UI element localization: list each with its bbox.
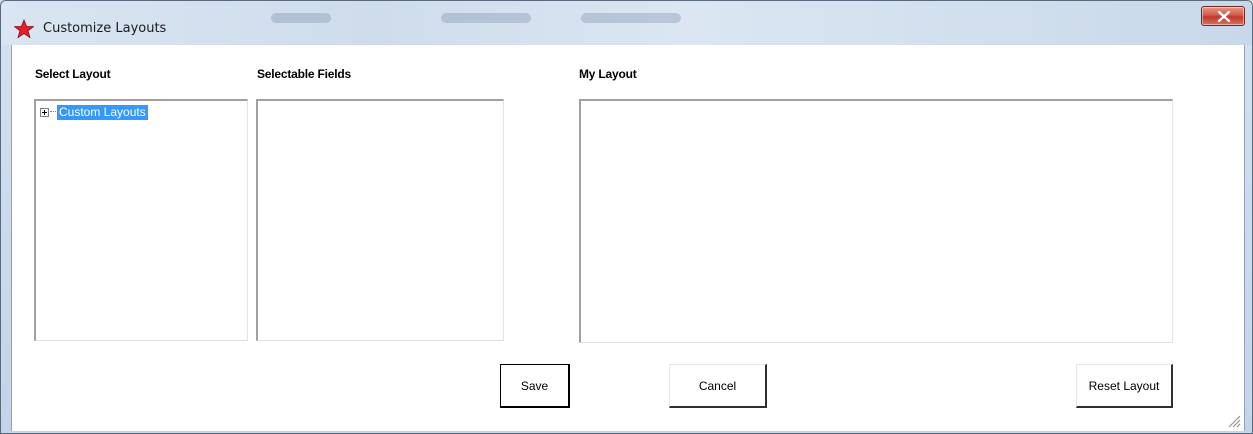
tree-connector [50,111,56,113]
reset-layout-button[interactable]: Reset Layout [1076,364,1173,408]
red-star-icon [14,19,34,39]
title-bar[interactable]: Customize Layouts [1,1,1252,45]
selectable-fields-list[interactable] [256,99,504,341]
expand-plus-icon[interactable] [40,107,49,117]
my-layout-list[interactable] [579,99,1173,343]
close-icon [1217,11,1231,22]
select-layout-label: Select Layout [35,67,111,81]
title-bar-decoration [271,13,331,23]
customize-layouts-window: Customize Layouts Select Layout Selectab… [0,0,1253,434]
my-layout-label: My Layout [579,67,637,81]
tree-node-custom-layouts[interactable]: Custom Layouts [40,104,148,120]
selectable-fields-label: Selectable Fields [257,67,351,81]
title-bar-decoration [441,13,531,23]
close-button[interactable] [1201,6,1245,26]
dialog-body: Select Layout Selectable Fields My Layou… [11,45,1245,431]
window-title: Customize Layouts [43,21,167,36]
layout-tree[interactable]: Custom Layouts [34,99,248,341]
resize-grip-icon[interactable] [1227,414,1241,428]
cancel-button[interactable]: Cancel [669,364,767,408]
title-bar-decoration [581,13,681,23]
save-button[interactable]: Save [500,364,570,408]
tree-node-label[interactable]: Custom Layouts [57,104,148,120]
